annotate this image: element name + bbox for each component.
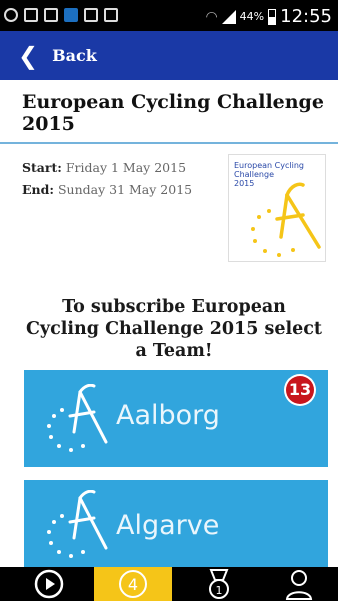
start-date-row: Start: Friday 1 May 2015: [22, 157, 192, 179]
clock: 12:55: [280, 6, 332, 27]
cyclist-emblem-icon: [47, 490, 108, 558]
battery-icon: [268, 8, 277, 25]
tab-level[interactable]: 4: [94, 567, 172, 601]
signal-icon: [221, 9, 236, 24]
clipboard-icon: [104, 8, 118, 22]
team-name: Aalborg: [116, 400, 220, 431]
end-label: End:: [22, 182, 54, 197]
bottom-tab-bar: 4 1: [0, 567, 338, 601]
start-value: Friday 1 May 2015: [65, 160, 187, 175]
download-icon: [24, 8, 38, 22]
play-icon: [34, 569, 64, 599]
medal-number: 1: [216, 584, 223, 597]
app-notification-icon: [64, 8, 78, 22]
user-icon: [285, 570, 313, 600]
end-value: Sunday 31 May 2015: [57, 182, 193, 197]
title-section: European Cycling Challenge 2015: [0, 80, 338, 144]
challenge-dates: Start: Friday 1 May 2015 End: Sunday 31 …: [22, 157, 192, 201]
challenge-logo: European Cycling Challenge 2015: [228, 154, 326, 262]
mail-icon: [84, 8, 98, 22]
medal-icon: 1: [209, 569, 229, 599]
back-button[interactable]: Back: [52, 46, 97, 65]
page-title: European Cycling Challenge 2015: [22, 91, 324, 135]
subscribe-heading: To subscribe European Cycling Challenge …: [25, 297, 322, 361]
number-four-icon: 4: [119, 570, 147, 598]
tab-play[interactable]: [14, 567, 84, 601]
team-name: Algarve: [116, 510, 220, 541]
end-date-row: End: Sunday 31 May 2015: [22, 179, 192, 201]
battery-percentage: 44%: [239, 10, 265, 23]
start-label: Start:: [22, 160, 62, 175]
sync-icon: [4, 8, 18, 22]
team-card-aalborg[interactable]: Aalborg 13: [24, 370, 328, 467]
logo-text: European Cycling Challenge 2015: [234, 161, 304, 188]
system-status: ◠ 44% 12:55: [205, 6, 332, 27]
chevron-left-icon[interactable]: ❮: [18, 44, 38, 68]
level-number: 4: [128, 575, 138, 594]
team-card-algarve[interactable]: Algarve: [24, 480, 328, 567]
tab-achievements[interactable]: 1: [184, 567, 254, 601]
image-icon: [44, 8, 58, 22]
status-bar: ◠ 44% 12:55: [0, 0, 338, 31]
team-count-badge: 13: [286, 376, 314, 404]
notification-icons: [4, 8, 118, 22]
cyclist-emblem-icon: [47, 384, 108, 452]
wifi-icon: ◠: [205, 8, 218, 25]
tab-profile[interactable]: [264, 567, 334, 601]
top-app-bar: ❮ Back: [0, 31, 338, 80]
